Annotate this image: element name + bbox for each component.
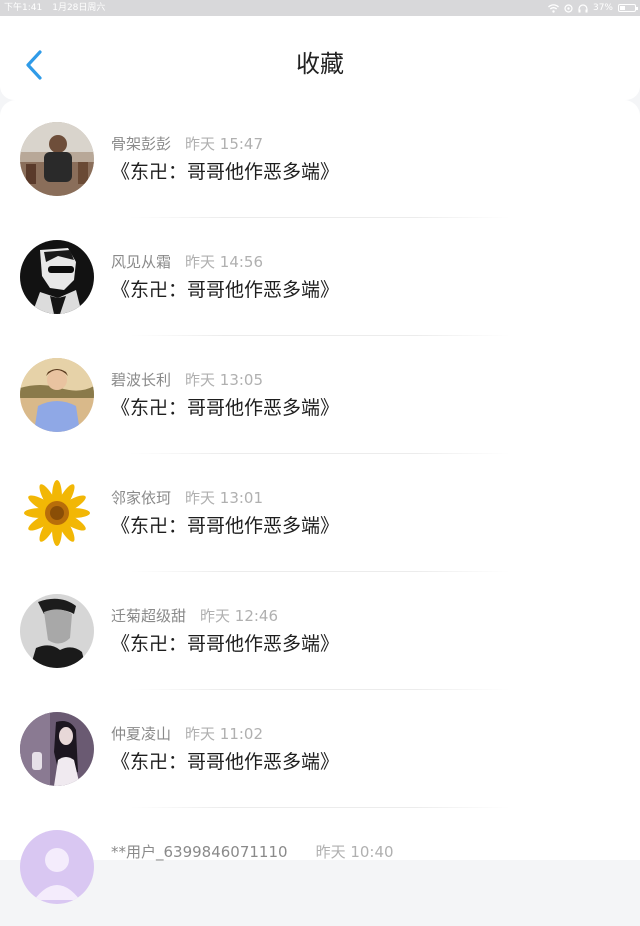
- wifi-icon: [548, 3, 559, 13]
- list-item[interactable]: 骨架彭彭 昨天 15:47 《东卍：哥哥他作恶多端》: [0, 100, 640, 218]
- item-title[interactable]: 《东卍：哥哥他作恶多端》: [111, 513, 339, 539]
- item-title[interactable]: 《东卍：哥哥他作恶多端》: [111, 749, 339, 775]
- battery-fill: [620, 6, 625, 10]
- list-item[interactable]: **用户_6399846071110 昨天 10:40: [0, 808, 640, 926]
- header: 收藏: [0, 16, 640, 100]
- item-username: 仲夏凌山: [111, 725, 172, 743]
- status-date: 1月28日周六: [52, 3, 106, 13]
- list-item[interactable]: 碧波长利 昨天 13:05 《东卍：哥哥他作恶多端》: [0, 336, 640, 454]
- list-item[interactable]: 邻家依珂 昨天 13:01 《东卍：哥哥他作恶多端》: [0, 454, 640, 572]
- status-time: 下午1:41: [4, 3, 43, 13]
- item-username: 骨架彭彭: [111, 135, 172, 153]
- item-time: 昨天 10:40: [315, 843, 394, 861]
- item-username: 邻家依珂: [111, 489, 172, 507]
- headphones-icon: [578, 3, 588, 12]
- list-item[interactable]: 迁菊超级甜 昨天 12:46 《东卍：哥哥他作恶多端》: [0, 572, 640, 690]
- sketch-portrait-avatar[interactable]: [20, 240, 94, 314]
- sunflower-avatar[interactable]: [20, 476, 94, 550]
- item-title[interactable]: 《东卍：哥哥他作恶多端》: [111, 277, 339, 303]
- list-item[interactable]: 仲夏凌山 昨天 11:02 《东卍：哥哥他作恶多端》: [0, 690, 640, 808]
- item-meta: 迁菊超级甜 昨天 12:46: [111, 606, 278, 626]
- page-title: 收藏: [296, 50, 344, 78]
- item-meta: **用户_6399846071110 昨天 10:40: [111, 842, 394, 862]
- status-right: 37%: [548, 0, 638, 16]
- item-username: 碧波长利: [111, 371, 172, 389]
- item-time: 昨天 11:02: [185, 725, 264, 743]
- favorites-list: 骨架彭彭 昨天 15:47 《东卍：哥哥他作恶多端》 风见从霜 昨天 14:56 《…: [0, 100, 640, 904]
- item-meta: 邻家依珂 昨天 13:01: [111, 488, 263, 508]
- man-photo-avatar[interactable]: [20, 122, 94, 196]
- item-time: 昨天 13:01: [185, 489, 264, 507]
- status-bar: 下午1:41 1月28日周六 37%: [0, 0, 640, 16]
- item-time: 昨天 13:05: [185, 371, 264, 389]
- item-username: **用户_6399846071110: [111, 843, 288, 861]
- bw-portrait-avatar[interactable]: [20, 594, 94, 668]
- battery-percent: 37%: [592, 3, 613, 13]
- item-time: 昨天 14:56: [185, 253, 264, 271]
- item-title[interactable]: 《东卍：哥哥他作恶多端》: [111, 631, 339, 657]
- item-title[interactable]: 《东卍：哥哥他作恶多端》: [111, 159, 339, 185]
- battery-icon: [618, 4, 638, 12]
- girl-photo-avatar[interactable]: [20, 712, 94, 786]
- item-time: 昨天 15:47: [185, 135, 264, 153]
- item-time: 昨天 12:46: [200, 607, 279, 625]
- list-item[interactable]: 风见从霜 昨天 14:56 《东卍：哥哥他作恶多端》: [0, 218, 640, 336]
- status-left: 下午1:41 1月28日周六: [4, 0, 115, 16]
- item-username: 迁菊超级甜: [111, 607, 187, 625]
- item-meta: 碧波长利 昨天 13:05: [111, 370, 263, 390]
- item-title[interactable]: 《东卍：哥哥他作恶多端》: [111, 395, 339, 421]
- default-avatar[interactable]: [20, 830, 94, 904]
- item-meta: 骨架彭彭 昨天 15:47: [111, 134, 263, 154]
- item-meta: 风见从霜 昨天 14:56: [111, 252, 263, 272]
- item-meta: 仲夏凌山 昨天 11:02: [111, 724, 263, 744]
- item-username: 风见从霜: [111, 253, 172, 271]
- boy-outdoor-avatar[interactable]: [20, 358, 94, 432]
- location-icon: [564, 3, 573, 13]
